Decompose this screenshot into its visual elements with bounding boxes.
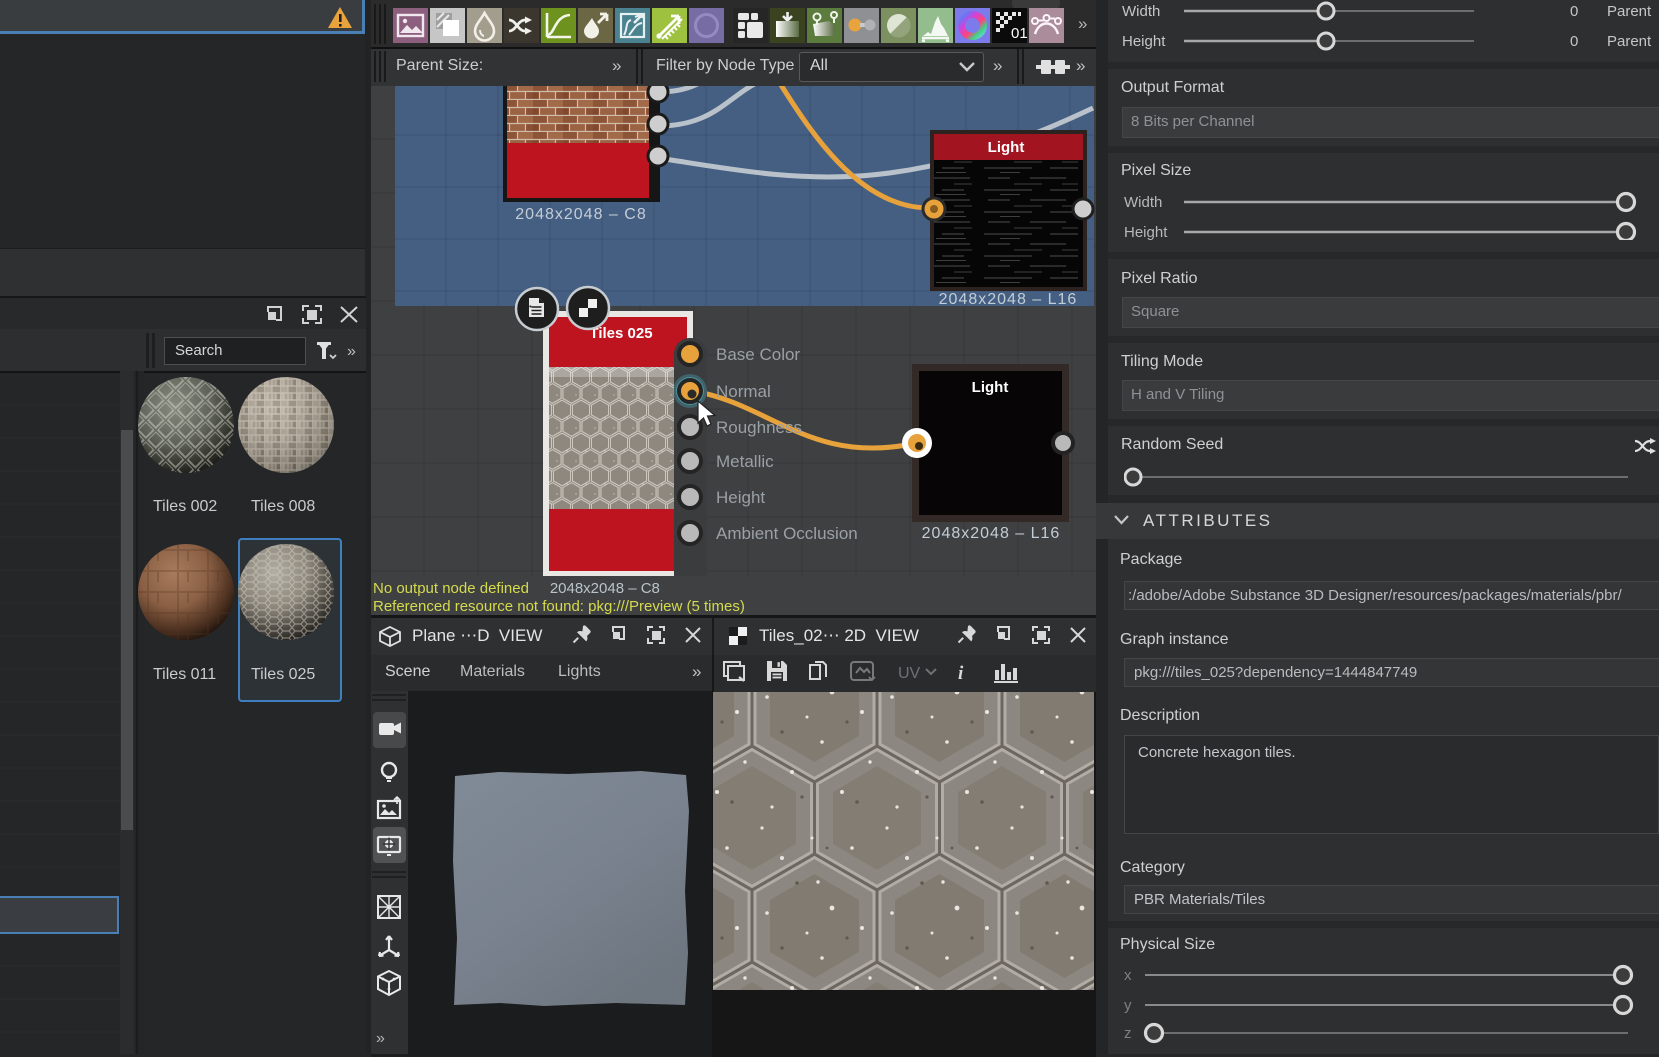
- svg-text:Normal: Normal: [716, 382, 771, 401]
- svg-text:Ambient Occlusion: Ambient Occlusion: [716, 524, 858, 543]
- svg-text:Metallic: Metallic: [716, 452, 774, 471]
- svg-text:01: 01: [1011, 25, 1028, 42]
- svg-text:Light: Light: [988, 139, 1025, 156]
- svg-text:UV: UV: [898, 665, 921, 682]
- svg-text:2048x2048 – L16: 2048x2048 – L16: [939, 291, 1078, 308]
- svg-text:2048x2048 – C8: 2048x2048 – C8: [515, 206, 646, 223]
- svg-text:Base Color: Base Color: [716, 345, 800, 364]
- svg-text:2048x2048 – L16: 2048x2048 – L16: [922, 525, 1061, 542]
- svg-text:Light: Light: [972, 379, 1009, 396]
- svg-text:i: i: [958, 663, 964, 684]
- svg-text:Tiles 025: Tiles 025: [589, 325, 652, 342]
- svg-text:Roughness: Roughness: [716, 418, 802, 437]
- svg-text:Height: Height: [716, 488, 765, 507]
